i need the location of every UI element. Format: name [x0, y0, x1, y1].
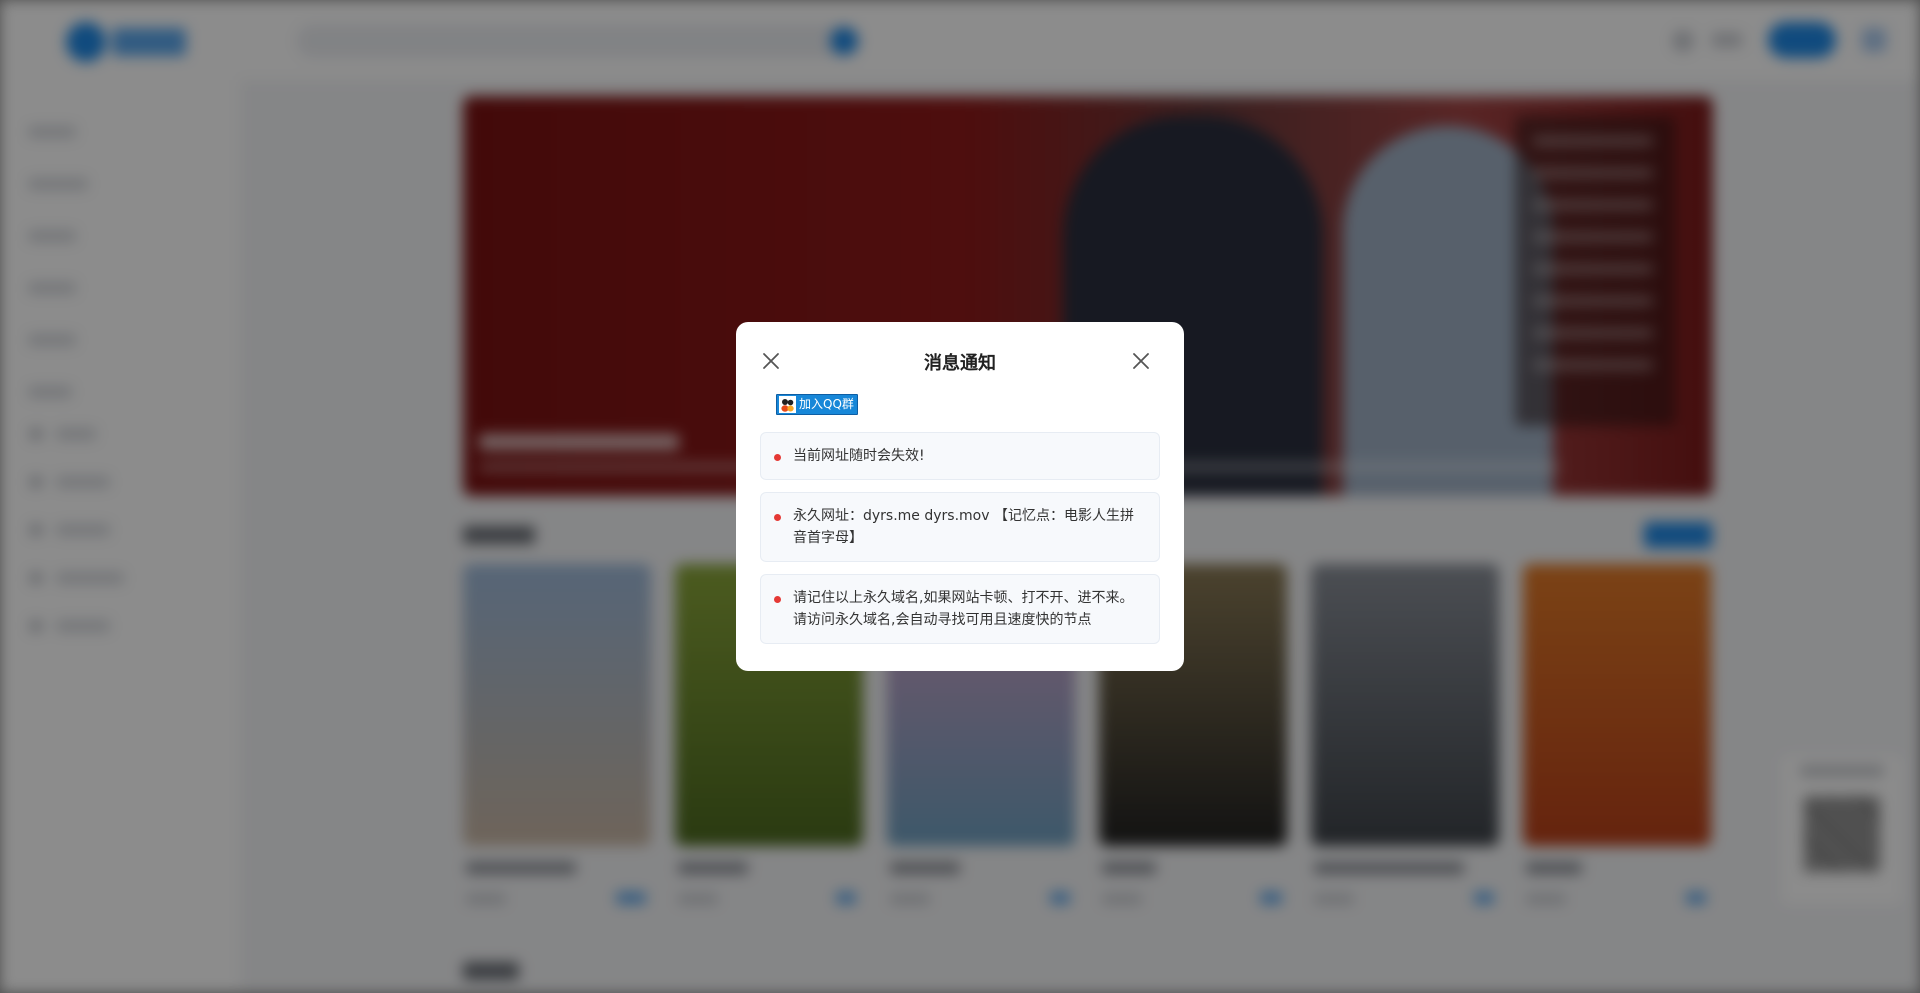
notice-item: 当前网址随时会失效!: [760, 432, 1160, 480]
bullet-dot-icon: [774, 596, 781, 603]
modal-title: 消息通知: [924, 353, 996, 374]
qq-group-icon: [779, 396, 796, 413]
notice-text: 当前网址随时会失效!: [793, 448, 925, 464]
notice-text: 请记住以上永久域名,如果网站卡顿、打不开、进不来。请访问永久域名,会自动寻找可用…: [793, 590, 1134, 628]
notice-item: 请记住以上永久域名,如果网站卡顿、打不开、进不来。请访问永久域名,会自动寻找可用…: [760, 574, 1160, 644]
close-icon[interactable]: [1128, 348, 1154, 374]
notice-item: 永久网址：dyrs.me dyrs.mov 【记忆点：电影人生拼音首字母】: [760, 492, 1160, 562]
notice-text: 永久网址：dyrs.me dyrs.mov 【记忆点：电影人生拼音首字母】: [793, 508, 1134, 546]
notice-list: 当前网址随时会失效! 永久网址：dyrs.me dyrs.mov 【记忆点：电影…: [760, 432, 1160, 656]
notice-modal: 消息通知 加入QQ群 当前网址随时会失效! 永久网址：dyrs.me dyrs.…: [736, 322, 1184, 671]
bullet-dot-icon: [774, 514, 781, 521]
bullet-dot-icon: [774, 454, 781, 461]
qq-group-label: 加入QQ群: [799, 397, 854, 411]
join-qq-group-button[interactable]: 加入QQ群: [776, 394, 858, 415]
